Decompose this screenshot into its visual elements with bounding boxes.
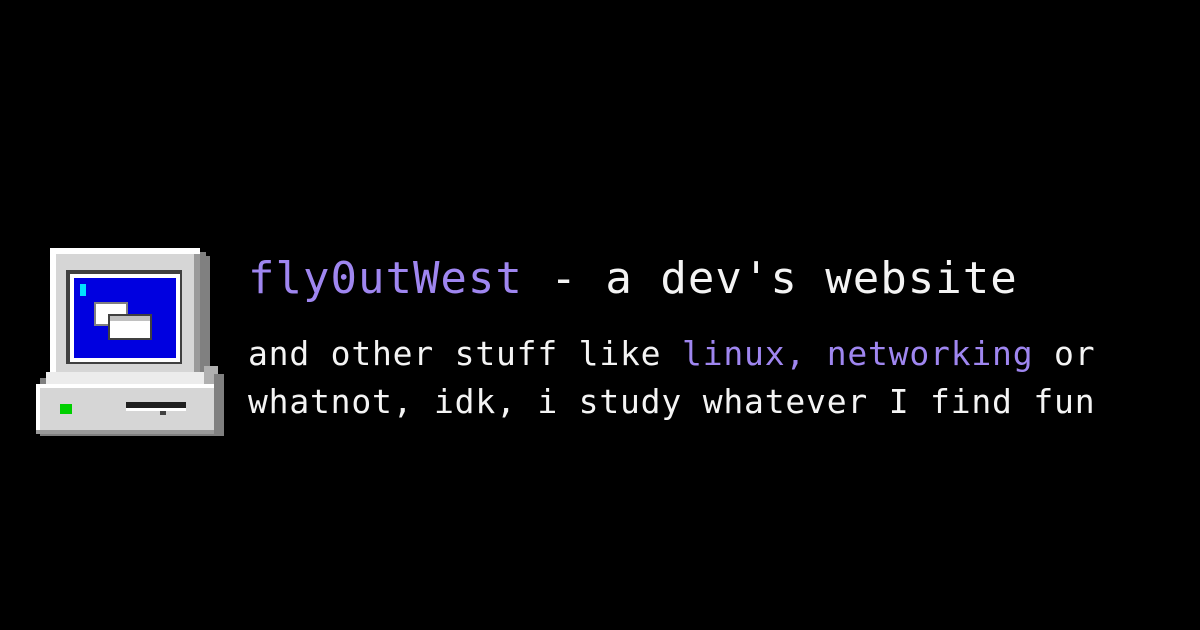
tagline-line-2: whatnot, idk, i study whatever I find fu… [248,382,1096,421]
title-rest: - a dev's website [522,253,1018,304]
tagline-line-1-start: and other stuff like [248,334,683,373]
site-name: fly0utWest [248,253,523,304]
tagline-topics: linux, networking [682,334,1034,373]
tagline-line-1: and other stuff like linux, networking o… [248,330,1188,378]
retro-computer-icon [36,248,224,438]
tagline: and other stuff like linux, networking o… [248,330,1188,426]
intro-text: fly0utWest - a dev's website and other s… [248,250,1188,426]
tagline-line-1-end: or [1033,334,1096,373]
page-title: fly0utWest - a dev's website [248,250,1188,308]
social-card: fly0utWest - a dev's website and other s… [0,0,1200,630]
